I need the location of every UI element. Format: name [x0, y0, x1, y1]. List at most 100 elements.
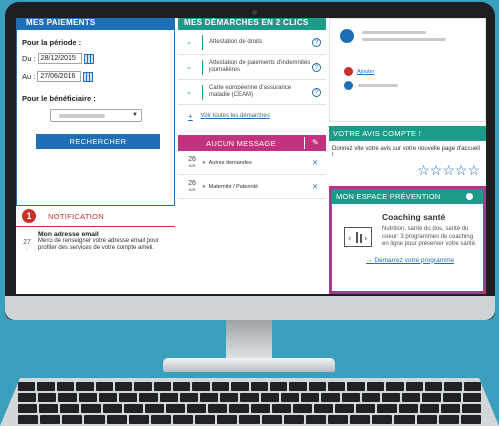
keyboard-key	[419, 404, 439, 413]
keyboard-key	[38, 393, 57, 402]
toggle-icon[interactable]	[466, 193, 478, 200]
help-icon[interactable]: ?	[312, 37, 321, 47]
keyboard-key	[229, 404, 249, 413]
to-date-input[interactable]: 27/06/2016	[37, 71, 82, 82]
keyboard-key	[462, 393, 482, 402]
keyboard-key	[119, 393, 138, 402]
keyboard-key	[153, 382, 171, 391]
from-date-row: Du : 28/12/2015	[22, 53, 168, 64]
keyboard-key	[366, 382, 385, 391]
divider	[202, 84, 203, 100]
keyboard-key	[350, 415, 371, 424]
keyboard-key	[18, 393, 37, 402]
calendar-icon[interactable]	[83, 53, 94, 64]
all-demarches-link[interactable]: + Voir toutes les démarches	[178, 105, 326, 127]
prevention-header: MON ESPACE PRÉVENTION	[332, 189, 483, 204]
keyboard-key	[139, 393, 158, 402]
demarches-column: MES DÉMARCHES EN 2 CLICS ⌄ Attestation d…	[178, 18, 326, 294]
add-email-link[interactable]: Ajouter	[357, 69, 374, 75]
demarche-label: Attestation de paiements d'indemnités jo…	[209, 60, 311, 73]
notification-item[interactable]: 27 ·· Mon adresse email Merci de renseig…	[16, 231, 175, 253]
close-icon[interactable]: ✕	[312, 183, 318, 191]
from-date-input[interactable]: 28/12/2015	[37, 53, 82, 64]
keyboard-key	[250, 404, 270, 413]
avatar	[340, 29, 354, 43]
keyboard-key	[76, 382, 94, 391]
keyboard-key	[159, 393, 178, 402]
keyboard-key	[250, 382, 268, 391]
key-row	[18, 382, 481, 391]
notification-header: 1 NOTIFICATION	[16, 209, 175, 227]
demarche-item[interactable]: ⌄ Attestation de droits ?	[178, 30, 326, 55]
messages-header: AUCUN MESSAGE ✎	[178, 135, 326, 151]
message-item[interactable]: 26 AVR ● Autres demandes ✕	[178, 151, 326, 175]
keyboard-key	[394, 415, 415, 424]
coaching-screen-icon: ‹ ›	[344, 227, 372, 247]
compose-icon[interactable]: ✎	[304, 137, 326, 149]
notification-day: 27	[23, 239, 31, 246]
keyboard-key	[192, 382, 210, 391]
keyboard-key	[402, 393, 421, 402]
beneficiary-label: Pour le bénéficiaire :	[22, 94, 96, 103]
keyboard-key	[461, 404, 482, 413]
beneficiary-select[interactable]: ▼	[50, 109, 142, 122]
keyboard-key	[173, 382, 191, 391]
keyboard-key	[321, 393, 340, 402]
divider	[202, 59, 203, 75]
keyboard-key	[463, 382, 481, 391]
messages-title: AUCUN MESSAGE	[206, 138, 276, 148]
keyboard-key	[308, 382, 326, 391]
webcam-icon	[252, 10, 257, 15]
keyboard-key	[305, 415, 326, 424]
notification-text: Mon adresse email Merci de renseigner vo…	[38, 231, 166, 253]
coaching-title: Coaching santé	[382, 212, 446, 222]
keyboard-key	[377, 404, 397, 413]
keyboard-key	[102, 404, 122, 413]
key-row	[18, 393, 482, 402]
keyboard-key	[269, 382, 288, 391]
keyboard-key	[341, 393, 360, 402]
monitor-screen: MES PAIEMENTS Pour la période : Du : 28/…	[16, 18, 486, 294]
keyboard-key	[347, 382, 365, 391]
keyboard-key	[405, 382, 423, 391]
message-day: 26	[188, 155, 196, 163]
notification-title: NOTIFICATION	[48, 211, 104, 221]
keyboard-key	[199, 393, 219, 402]
start-program-link[interactable]: → Démarrez votre programme	[332, 257, 483, 264]
search-button[interactable]: RECHERCHER	[36, 134, 160, 149]
keyboard-key	[187, 404, 207, 413]
keyboard-key	[220, 393, 239, 402]
keyboard-key	[195, 415, 216, 424]
demarche-label: Carte européenne d'assurance maladie (CE…	[209, 85, 292, 98]
keyboard-key	[106, 415, 127, 424]
bullet-icon: ●	[202, 159, 206, 166]
keyboard-key	[150, 415, 171, 424]
chevron-down-icon: ▼	[132, 112, 138, 118]
calendar-icon[interactable]	[83, 71, 94, 82]
blurred-text	[358, 84, 398, 87]
message-label: Autres demandes	[208, 159, 252, 166]
help-icon[interactable]: ?	[312, 87, 321, 97]
feedback-header: VOTRE AVIS COMPTE !	[329, 126, 486, 141]
chevron-down-icon: ⌄	[186, 89, 192, 96]
to-label: Au :	[22, 72, 36, 81]
demarche-item[interactable]: ⌄ Carte européenne d'assurance maladie (…	[178, 80, 326, 105]
keyboard-key	[289, 382, 307, 391]
keyboard-key	[165, 404, 186, 413]
keyboard-key	[328, 382, 346, 391]
keyboard-key	[40, 415, 61, 424]
keyboard-key	[444, 382, 462, 391]
notification-heading: Mon adresse email	[38, 231, 99, 238]
help-icon[interactable]: ?	[312, 62, 321, 72]
message-item[interactable]: 26 AVR ● Maternité / Paternité ✕	[178, 175, 326, 199]
keyboard-key	[271, 404, 291, 413]
keyboard-key	[208, 404, 228, 413]
keyboard-key	[240, 393, 259, 402]
close-icon[interactable]: ✕	[312, 159, 318, 167]
star-rating[interactable]: ☆☆☆☆☆	[329, 162, 486, 179]
keyboard-key	[327, 415, 349, 424]
demarche-item[interactable]: ⌄ Attestation de paiements d'indemnités …	[178, 55, 326, 80]
key-row	[18, 415, 481, 424]
keyboard-key	[356, 404, 376, 413]
monitor-chin	[5, 296, 495, 320]
